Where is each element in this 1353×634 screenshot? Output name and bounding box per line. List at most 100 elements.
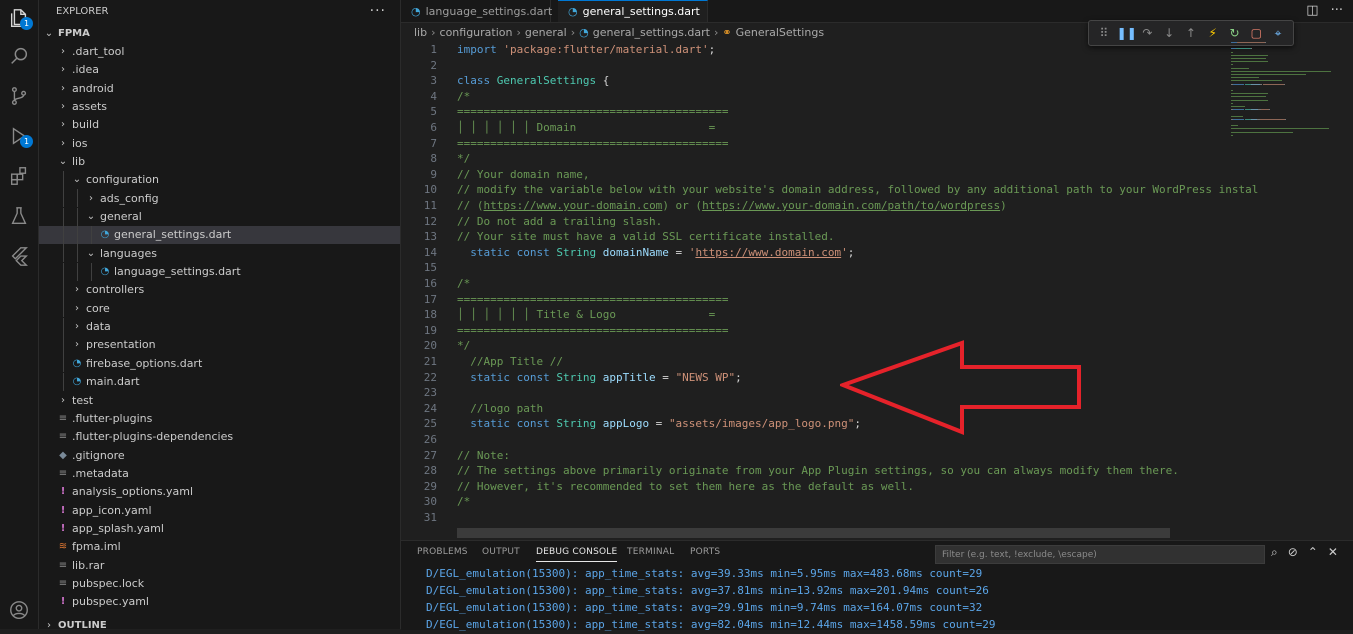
inspect-icon[interactable]: ⌖ (1269, 26, 1287, 41)
testing-activity-button[interactable] (0, 198, 38, 234)
chevron-down-icon: ⌄ (44, 27, 54, 39)
tree-item[interactable]: ≡ lib.rar (39, 556, 400, 574)
tab-ports[interactable]: PORTS (690, 547, 720, 557)
tree-item-label: .dart_tool (72, 44, 125, 58)
code-token: /* (457, 89, 471, 103)
step-into-icon[interactable]: ↓ (1160, 26, 1178, 40)
hot-reload-icon[interactable]: ⚡ (1204, 26, 1222, 40)
activity-bar: 1 1 (0, 0, 39, 629)
tree-item[interactable]: › controllers (39, 280, 400, 299)
tab-language-settings[interactable]: ◔ language_settings.dart (401, 0, 552, 22)
breadcrumb-item[interactable]: lib (414, 26, 427, 39)
tree-item[interactable]: ◔ language_settings.dart (39, 262, 400, 281)
line-number: 6 (430, 121, 437, 134)
tree-item[interactable]: ! app_icon.yaml (39, 501, 400, 519)
flutter-activity-button[interactable] (0, 238, 38, 274)
stop-icon[interactable]: ▢ (1247, 26, 1265, 40)
code-token: ' (841, 245, 848, 259)
step-over-icon[interactable]: ↷ (1138, 26, 1156, 40)
breadcrumb-item[interactable]: general_settings.dart (593, 26, 710, 39)
tree-item[interactable]: ⌄ languages (39, 244, 400, 263)
code-token: import (457, 43, 504, 56)
restart-icon[interactable]: ↻ (1225, 26, 1243, 40)
extensions-activity-button[interactable] (0, 158, 38, 194)
explorer-activity-button[interactable]: 1 (0, 0, 38, 36)
source-control-activity-button[interactable] (0, 78, 38, 114)
clear-console-icon[interactable]: ⊘ (1288, 545, 1298, 560)
breadcrumb-item[interactable]: general (525, 26, 567, 39)
tree-item[interactable]: › assets (39, 97, 400, 115)
tree-item-label: .metadata (72, 466, 129, 480)
horizontal-scrollbar[interactable] (457, 528, 1170, 538)
line-number: 22 (423, 370, 437, 384)
tree-item[interactable]: ◆ .gitignore (39, 446, 400, 464)
minimap[interactable] (1231, 42, 1339, 152)
run-debug-activity-button[interactable]: 1 (0, 118, 38, 154)
tree-item[interactable]: › .idea (39, 61, 400, 79)
account-activity-button[interactable] (0, 592, 38, 628)
close-icon[interactable]: ✕ (1328, 545, 1338, 560)
tree-item[interactable]: ≡ .flutter-plugins (39, 409, 400, 427)
tree-item[interactable]: ! app_splash.yaml (39, 519, 400, 537)
tree-item[interactable]: ≡ .flutter-plugins-dependencies (39, 428, 400, 446)
tree-item[interactable]: ◔ firebase_options.dart (39, 354, 400, 373)
step-out-icon[interactable]: ↑ (1182, 26, 1200, 40)
tab-general-settings[interactable]: ◔ general_settings.dart (558, 0, 708, 22)
code-token: // Your domain name, (457, 167, 590, 181)
tree-item[interactable]: ⌄ lib (39, 152, 400, 170)
tab-output[interactable]: OUTPUT (482, 547, 520, 557)
tree-item[interactable]: ⌄ general (39, 207, 400, 226)
tree-item[interactable]: › presentation (39, 335, 400, 354)
tree-item[interactable]: › .dart_tool (39, 42, 400, 60)
tree-item[interactable]: › ads_config (39, 189, 400, 208)
code-token: "NEWS WP" (675, 370, 736, 384)
minimap-stroke (1232, 109, 1245, 111)
indent-guide (63, 280, 64, 299)
file-icon: ≡ (58, 467, 68, 479)
indent-guide (63, 354, 64, 373)
tree-item-label: app_splash.yaml (72, 521, 164, 535)
tree-item-label: android (72, 81, 114, 95)
chevron-right-icon: › (61, 137, 65, 149)
tab-debug-console[interactable]: DEBUG CONSOLE (536, 547, 618, 562)
split-editor-icon[interactable]: ◫ (1306, 3, 1318, 18)
tree-item[interactable]: ≡ .metadata (39, 464, 400, 482)
search-icon[interactable]: ⌕ (1271, 545, 1278, 560)
more-icon[interactable]: ··· (1331, 3, 1343, 18)
code-token: */ (457, 339, 471, 353)
tree-item[interactable]: › test (39, 391, 400, 409)
indent-guide (63, 189, 64, 208)
tree-item[interactable]: ≋ fpma.iml (39, 538, 400, 556)
code-line: 6 │ │ │ │ │ │ Domain = (401, 120, 1231, 136)
tree-item[interactable]: ◔ general_settings.dart (39, 225, 400, 244)
filter-input[interactable]: Filter (e.g. text, !exclude, \escape) (935, 545, 1265, 564)
breadcrumb-item[interactable]: configuration (440, 26, 513, 39)
chevron-right-icon: › (713, 26, 719, 39)
tree-item[interactable]: ≡ pubspec.lock (39, 575, 400, 593)
tree-item[interactable]: ⌄ configuration (39, 170, 400, 189)
tree-item[interactable]: ! analysis_options.yaml (39, 483, 400, 501)
search-activity-button[interactable] (0, 38, 38, 74)
breadcrumb-item[interactable]: GeneralSettings (736, 26, 824, 39)
line-number: 10 (423, 183, 437, 197)
tree-item[interactable]: ⌄ FPMA (39, 24, 400, 42)
line-number: 19 (423, 323, 437, 337)
chevron-up-icon[interactable]: ⌃ (1308, 545, 1318, 560)
pause-icon[interactable]: ❚❚ (1117, 26, 1137, 40)
tree-item[interactable]: › core (39, 299, 400, 318)
chevron-right-icon: › (61, 64, 65, 76)
tree-item[interactable]: ◔ main.dart (39, 372, 400, 391)
tab-problems[interactable]: PROBLEMS (417, 547, 468, 557)
tree-item[interactable]: › build (39, 116, 400, 134)
tree-item[interactable]: ! pubspec.yaml (39, 593, 400, 611)
more-actions-icon[interactable]: ··· (370, 3, 386, 19)
tree-item[interactable]: › ios (39, 134, 400, 152)
tree-item[interactable]: › data (39, 317, 400, 336)
tree-item[interactable]: › OUTLINE (39, 616, 400, 634)
explorer-sidebar: EXPLORER ··· ⌄ FPMA › .dart_tool › .idea › andr… (39, 0, 401, 631)
drag-handle-icon[interactable]: ⠿ (1095, 26, 1113, 40)
tab-terminal[interactable]: TERMINAL (627, 547, 674, 557)
tree-item[interactable]: › android (39, 79, 400, 97)
tree-item-label: data (86, 320, 111, 334)
